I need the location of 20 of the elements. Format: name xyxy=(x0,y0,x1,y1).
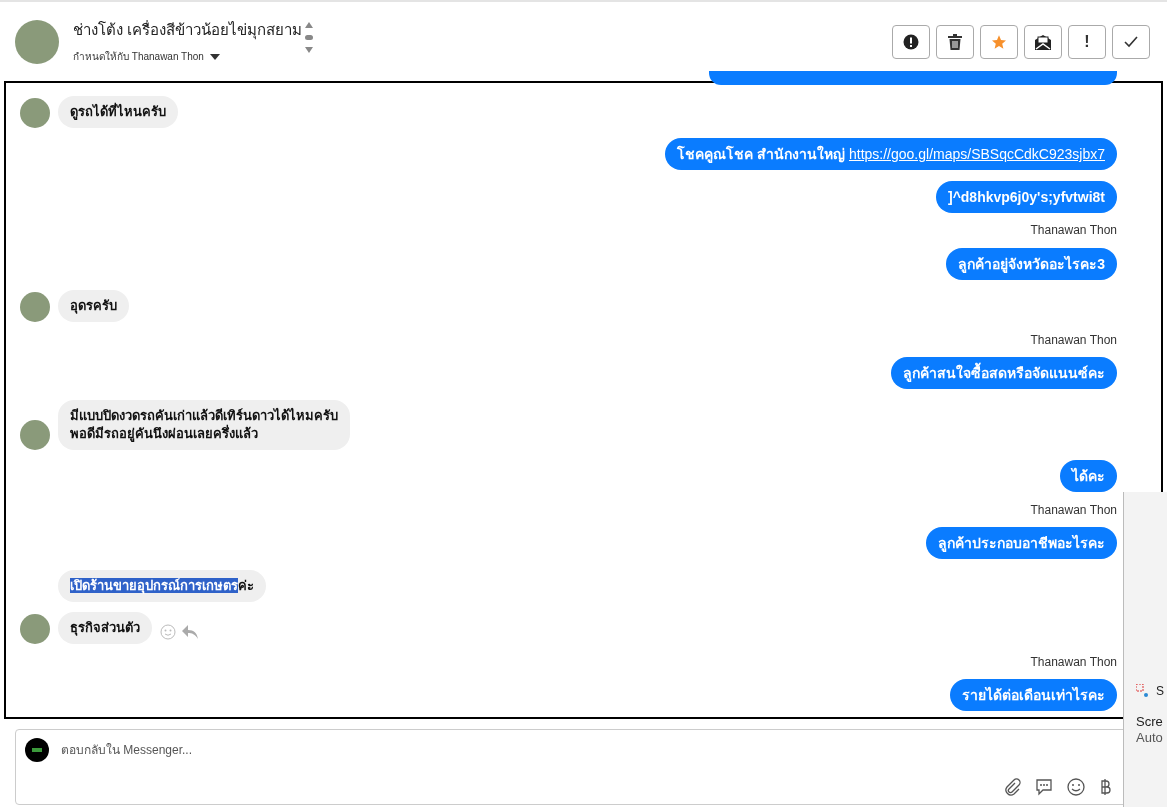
sender-name: Thanawan Thon xyxy=(1030,502,1117,517)
message-bubble: โชคคูณโชค สำนักงานใหญ่ https://goo.gl/maps/SBSqcCdkC923sjbx7 xyxy=(665,138,1117,170)
sender-name: Thanawan Thon xyxy=(1030,332,1117,347)
message-bubble: ลูกค้าประกอบอาชีพอะไรคะ xyxy=(926,527,1117,559)
assignee-label: กำหนดให้กับ Thanawan Thon xyxy=(73,50,204,65)
contact-name: ช่างโต้ง เครื่องสีข้าวน้อยไข่มุกสยาม xyxy=(73,19,303,42)
message-bubble: มีแบบปิดงวดรถคันเก่าแล้วดีเทิร์นดาวได้ไหมครับ พอดีมีรถอยู่คันนึงผ่อนเลยครึ่งแล้ว xyxy=(58,399,350,450)
message-bubble: ได้คะ xyxy=(1060,460,1117,492)
message-bubble: ลูกค้าสนใจซื้อสดหรือจัดแนนซ์คะ xyxy=(891,357,1117,389)
notification-title: Scre xyxy=(1136,714,1164,730)
message-bubble: ลูกค้าอยู่จังหวัดอะไรคะ3 xyxy=(946,247,1117,280)
message-bubble: ]^d8hkvp6j0y's;yfvtwi8t xyxy=(936,180,1117,213)
message-bubble: ดูรถได้ที่ไหนครับ xyxy=(58,95,178,128)
app-name: S xyxy=(1156,683,1164,700)
message-bubble: รายได้ต่อเดือนเท่าไรคะ xyxy=(950,679,1117,711)
sender-name: Thanawan Thon xyxy=(1030,223,1117,237)
message-bubble: อุดรครับ xyxy=(58,290,129,322)
message-bubble: เปิดร้านขายอุปกรณ์การเกษตรค่ะ xyxy=(58,569,266,602)
sender-name: Thanawan Thon xyxy=(1030,654,1117,669)
message-bubble: ธุรกิจส่วนตัว xyxy=(58,612,152,644)
